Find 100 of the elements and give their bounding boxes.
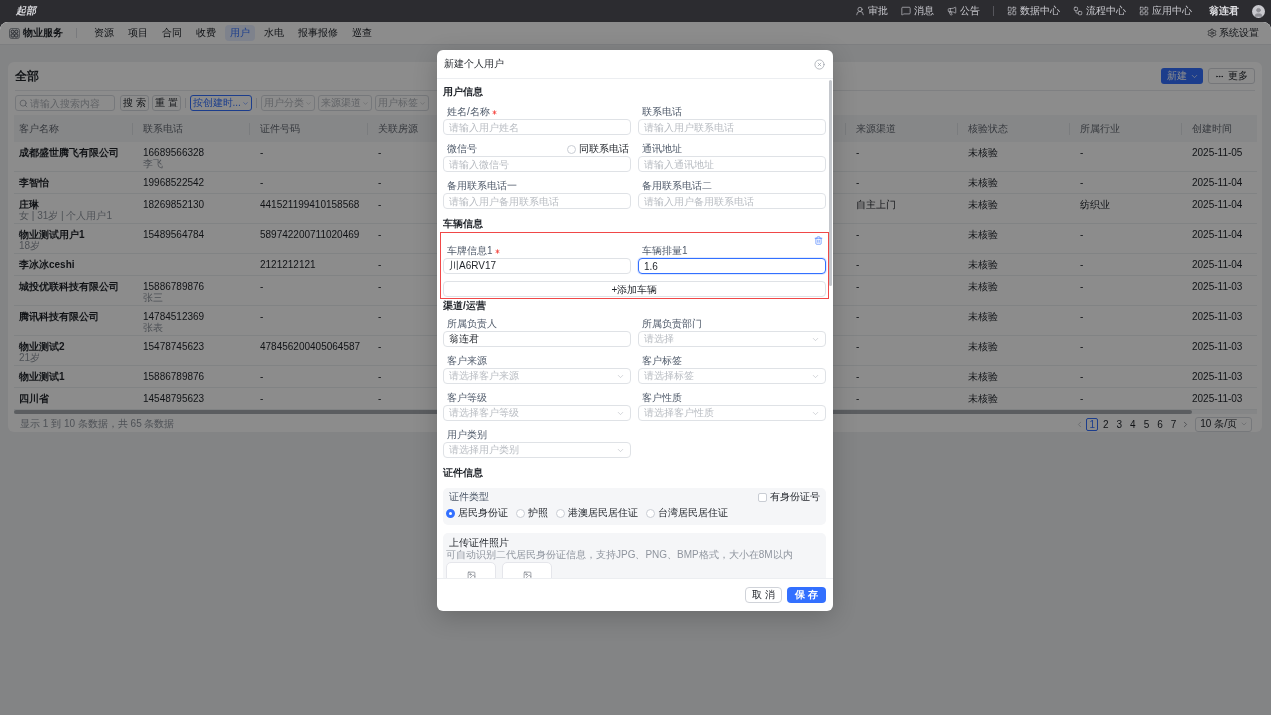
settings-link[interactable]: 系统设置 — [1207, 26, 1259, 40]
image-icon — [466, 571, 476, 578]
table-cell: 腾讯科技有限公司 — [19, 311, 99, 323]
table-cell: 2025-11-04 — [1192, 177, 1243, 189]
table-cell: - — [378, 177, 382, 189]
dialog-title: 新建个人用户 — [444, 57, 504, 71]
table-cell: - — [1080, 177, 1084, 189]
checkbox-option[interactable]: 有身份证号 — [758, 490, 820, 504]
user-name[interactable]: 翁连君 — [1209, 4, 1239, 18]
toolbar-button[interactable]: 重 置 — [151, 95, 181, 111]
cancel-button[interactable]: 取 消 — [745, 587, 783, 603]
table-cell: - — [856, 341, 860, 353]
table-cell: 庄琳 — [19, 199, 39, 211]
scrollbar-thumb[interactable] — [829, 80, 832, 286]
table-cell: - — [1080, 259, 1084, 271]
nav-item[interactable]: 水电 — [259, 25, 289, 41]
field-label: 客户来源 — [447, 355, 487, 367]
section-title: 证件信息 — [443, 466, 484, 480]
avatar-icon[interactable] — [1252, 4, 1265, 18]
cell-note: 李飞 — [143, 159, 163, 169]
nav-item[interactable]: 项目 — [123, 25, 153, 41]
table-cell: 未核验 — [968, 229, 998, 241]
page-button[interactable]: 5 — [1140, 417, 1153, 431]
caret-icon — [241, 99, 249, 107]
upload-hint: 可自动识别二代居民身份证信息，支持JPG、PNG、BMP格式，大小在8M以内 — [446, 549, 794, 560]
page-button[interactable]: 3 — [1113, 417, 1126, 431]
table-cell-text: 15886789876 — [143, 281, 205, 292]
input-field[interactable]: 请输入用户备用联系电话 — [638, 193, 826, 209]
field-label: 姓名/名称 — [447, 106, 490, 118]
radio-option[interactable]: 居民身份证 — [446, 506, 508, 520]
add-vehicle-button[interactable]: +添加车辆 — [443, 281, 826, 297]
field-label: 所属负责部门 — [642, 318, 702, 330]
radio-option[interactable]: 台湾居民居住证 — [646, 506, 728, 520]
nav-item[interactable]: 报事报修 — [293, 25, 343, 41]
nav-item[interactable]: 收费 — [191, 25, 221, 41]
topbar-link[interactable]: 消息 — [901, 5, 934, 17]
table-cell-text: 14784512369 — [143, 311, 205, 322]
table-cell: - — [856, 177, 860, 189]
table-cell: - — [378, 147, 382, 159]
table-cell: - — [1080, 393, 1084, 405]
table-cell: 未核验 — [968, 177, 998, 189]
topbar-link[interactable]: 公告 — [947, 5, 980, 17]
close-icon[interactable] — [814, 58, 825, 70]
page-size-select[interactable]: 10 条/页 — [1195, 416, 1252, 432]
input-field[interactable]: 请输入用户联系电话 — [638, 119, 826, 135]
column-header: 所属行业 — [1069, 122, 1181, 135]
topbar-link[interactable]: 数据中心 — [1007, 5, 1060, 17]
input-field[interactable]: 川A6RV17 — [443, 258, 631, 274]
input-field[interactable]: 请输入用户备用联系电话 — [443, 193, 631, 209]
field-label: 客户标签 — [642, 355, 682, 367]
topbar-link[interactable]: 应用中心 — [1139, 5, 1192, 17]
input-field[interactable]: 翁连君 — [443, 331, 631, 347]
table-cell: - — [856, 229, 860, 241]
table-cell: - — [260, 371, 264, 383]
field-label: 所属负责人 — [447, 318, 497, 330]
more-button[interactable]: 更多 — [1208, 68, 1255, 84]
table-cell: 478456200405064587 — [260, 341, 361, 353]
field-label: 车牌信息1 — [447, 245, 493, 257]
radio-option[interactable]: 护照 — [516, 506, 548, 520]
table-cell: - — [1080, 281, 1084, 293]
table-cell: - — [260, 281, 264, 293]
radio-option[interactable]: 同联系电话 — [567, 142, 629, 156]
save-button[interactable]: 保 存 — [787, 587, 826, 603]
filter-select[interactable]: 按创建时... — [189, 95, 252, 111]
table-cell: 18269852130 — [143, 199, 205, 211]
cell-note: 张表 — [143, 323, 163, 333]
page-button[interactable]: 7 — [1167, 417, 1180, 431]
toolbar-button[interactable]: 搜 索 — [120, 95, 149, 111]
nav-item[interactable]: 巡查 — [347, 25, 377, 41]
page-button[interactable]: 4 — [1127, 417, 1139, 431]
table-cell: - — [260, 147, 264, 159]
table-cell: 未核验 — [968, 199, 998, 211]
input-field[interactable]: 请输入用户姓名 — [443, 119, 631, 135]
topbar-link[interactable]: 流程中心 — [1073, 5, 1126, 17]
table-cell: - — [378, 311, 382, 323]
nav-item[interactable]: 资源 — [89, 25, 119, 41]
page-button[interactable]: 1 — [1086, 417, 1098, 431]
table-cell: 未核验 — [968, 341, 998, 353]
table-cell: - — [1080, 341, 1084, 353]
table-cell: 纺织业 — [1080, 199, 1110, 211]
table-cell-text: 物业测试2 — [19, 341, 65, 352]
radio-option[interactable]: 港澳居民居住证 — [556, 506, 638, 520]
topbar-link[interactable]: 审批 — [855, 5, 888, 17]
table-cell: 2025-11-03 — [1192, 281, 1243, 293]
input-field[interactable]: 请输入微信号 — [443, 156, 631, 172]
table-cell: - — [378, 281, 382, 293]
new-button[interactable]: 新建 — [1161, 68, 1203, 84]
app-logo: 起部 — [16, 4, 36, 18]
table-cell: 李智怡 — [19, 177, 49, 189]
workflow-icon — [1073, 6, 1083, 16]
section-title: 渠道/运营 — [443, 299, 487, 313]
nav-item[interactable]: 合同 — [157, 25, 187, 41]
table-cell: 2025-11-03 — [1192, 393, 1243, 405]
dashboard-icon — [1007, 6, 1017, 16]
page-button[interactable]: 2 — [1099, 417, 1112, 431]
trash-icon[interactable] — [814, 236, 823, 245]
table-cell: 未核验 — [968, 311, 998, 323]
table-cell: - — [260, 393, 264, 405]
input-field[interactable]: 1.6 — [638, 258, 826, 274]
page-button[interactable]: 6 — [1154, 417, 1166, 431]
